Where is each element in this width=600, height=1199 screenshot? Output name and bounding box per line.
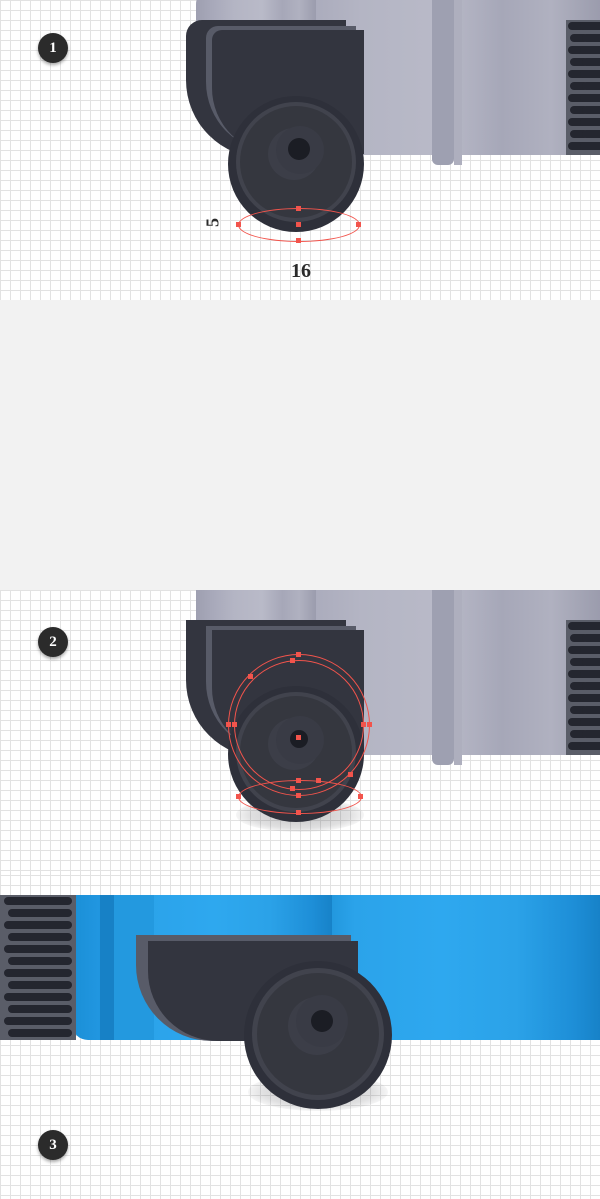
appearance-panel-section: R:0 G:0 B:0 R:0 G:0 B:0 ◂◂ ✕ Appearance … — [0, 300, 600, 590]
wheel-hub — [311, 1010, 333, 1032]
body-seam — [432, 590, 454, 765]
panel-section-background — [0, 300, 600, 590]
appliance-illustration-1 — [0, 0, 600, 300]
anchor-point[interactable] — [236, 222, 241, 227]
anchor-point[interactable] — [226, 722, 231, 727]
anchor-point[interactable] — [358, 794, 363, 799]
selection-circle-inner[interactable] — [234, 660, 364, 790]
dimension-height-label: 5 — [202, 218, 223, 227]
step-badge-1: 1 — [38, 33, 68, 63]
anchor-point[interactable] — [232, 722, 237, 727]
step-3-canvas: 3 — [0, 875, 600, 1199]
wheel-hub — [288, 138, 310, 160]
anchor-point[interactable] — [356, 222, 361, 227]
appliance-vents-right — [566, 20, 600, 155]
anchor-point[interactable] — [290, 786, 295, 791]
body-blue-shade — [100, 895, 114, 1040]
step-1-canvas: 5 16 1 — [0, 0, 600, 300]
body-seam — [432, 0, 454, 165]
step-badge-3: 3 — [38, 1130, 68, 1160]
anchor-point[interactable] — [361, 722, 366, 727]
anchor-point[interactable] — [296, 778, 301, 783]
anchor-point[interactable] — [348, 772, 353, 777]
anchor-point[interactable] — [296, 810, 301, 815]
anchor-point[interactable] — [296, 206, 301, 211]
appliance-vents-right — [566, 620, 600, 755]
anchor-point[interactable] — [296, 793, 301, 798]
anchor-point[interactable] — [236, 794, 241, 799]
anchor-point-center[interactable] — [296, 222, 301, 227]
anchor-point[interactable] — [367, 722, 372, 727]
anchor-point-center[interactable] — [296, 735, 301, 740]
appliance-illustration-3 — [0, 875, 600, 1199]
dimension-width-label: 16 — [291, 260, 311, 282]
anchor-point[interactable] — [248, 674, 253, 679]
anchor-point[interactable] — [316, 778, 321, 783]
body-seam-highlight — [454, 590, 462, 765]
appliance-vents-left — [0, 895, 76, 1040]
step-2-canvas: 2 — [0, 590, 600, 875]
body-seam-highlight — [454, 0, 462, 165]
anchor-point[interactable] — [296, 652, 301, 657]
step-badge-2: 2 — [38, 627, 68, 657]
anchor-point[interactable] — [290, 658, 295, 663]
anchor-point[interactable] — [296, 238, 301, 243]
